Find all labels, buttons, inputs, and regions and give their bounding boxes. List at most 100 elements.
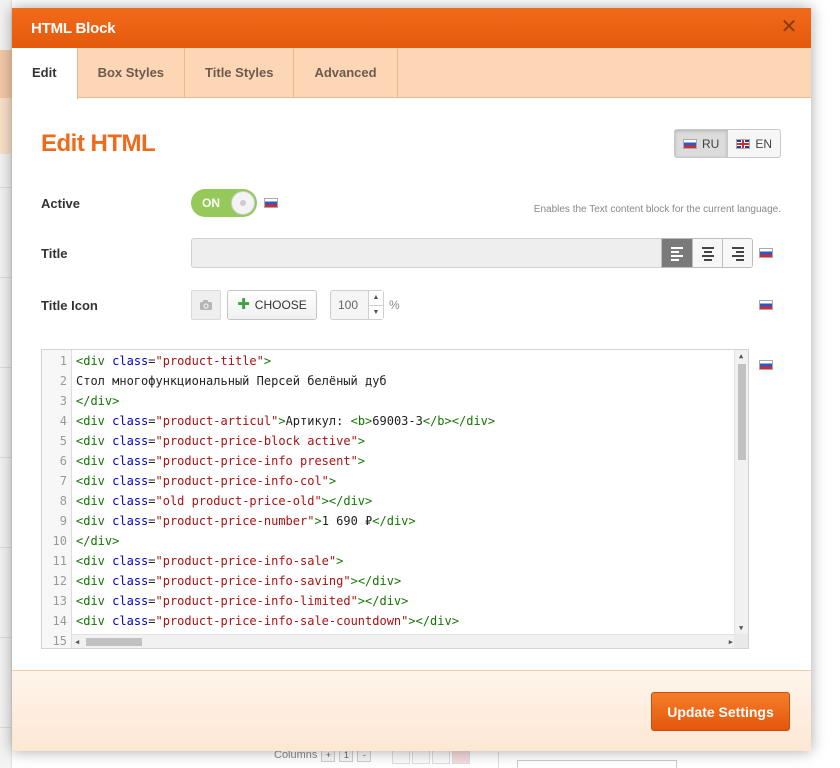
choose-icon-button[interactable]: ✚ CHOOSE (227, 290, 317, 320)
line-number-gutter: 1 2 3 4 5 6 7 8 9 10 11 12 13 14 15 (42, 350, 72, 648)
code-line: <div class="product-price-info-col"> (76, 474, 337, 488)
icon-size-input[interactable]: 100 ▲ ▼ (330, 290, 384, 320)
icon-size-value: 100 (338, 298, 359, 312)
line-number: 1 (59, 354, 67, 368)
line-number: 6 (59, 454, 67, 468)
title-label: Title (41, 246, 68, 261)
vertical-scrollbar[interactable]: ▲ ▼ (734, 350, 748, 634)
scroll-left-icon[interactable]: ◀ (75, 638, 79, 646)
line-number: 12 (52, 574, 67, 588)
choose-label: CHOOSE (254, 298, 307, 312)
code-line: </div> (76, 534, 120, 548)
modal-header: HTML Block ✕ (12, 8, 811, 48)
background-row (0, 700, 12, 728)
background-row (0, 160, 12, 188)
modal-footer: Update Settings (12, 670, 811, 751)
toggle-on-label: ON (202, 196, 220, 210)
html-code-editor[interactable]: 1 2 3 4 5 6 7 8 9 10 11 12 13 14 15 <div class="produc… (41, 349, 749, 649)
background-right-panel (498, 752, 698, 768)
tab-bar: Edit Box Styles Title Styles Advanced (12, 48, 811, 99)
stepper-down-icon[interactable]: ▼ (369, 305, 383, 319)
align-left-icon-line (671, 259, 679, 261)
scroll-down-icon[interactable]: ▼ (739, 624, 743, 632)
align-left-button[interactable] (662, 239, 692, 267)
flag-en-icon (736, 138, 751, 149)
active-label: Active (41, 196, 81, 211)
align-center-button[interactable] (692, 239, 722, 267)
background-toolbar (0, 50, 12, 98)
line-number: 13 (52, 594, 67, 608)
vertical-scroll-thumb[interactable] (738, 364, 746, 460)
language-en-button[interactable]: EN (727, 130, 780, 157)
align-center-icon-line (704, 251, 712, 253)
stepper-up-icon[interactable]: ▲ (369, 291, 383, 305)
line-number: 4 (59, 414, 67, 428)
background-row (0, 520, 12, 548)
background-tabbar (0, 98, 12, 154)
active-hint: Enables the Text content block for the c… (533, 204, 781, 215)
code-line: </div> (76, 394, 120, 408)
language-ru-button[interactable]: RU (675, 130, 728, 157)
background-row (0, 610, 12, 638)
align-left-icon-line (671, 255, 683, 257)
title-align-group (661, 238, 753, 268)
line-number: 8 (59, 494, 67, 508)
code-line: <div class="product-price-info present"> (76, 454, 366, 468)
align-center-icon (702, 247, 714, 249)
tab-title-styles[interactable]: Title Styles (185, 48, 295, 98)
code-line: <div class="product-price-number">1 690 … (76, 514, 416, 528)
code-line: <div class="product-price-info-sale-coun… (76, 614, 459, 628)
background-row (0, 430, 12, 458)
align-right-icon-line (732, 255, 744, 257)
tab-edit[interactable]: Edit (12, 48, 78, 99)
code-line: Стол многофункциональный Персей белёный … (76, 374, 387, 388)
close-icon[interactable]: ✕ (779, 17, 799, 37)
line-number: 3 (59, 394, 67, 408)
background-row (0, 250, 12, 278)
code-line: <div class="product-price-info-sale"> (76, 554, 344, 568)
scroll-right-icon[interactable]: ▶ (729, 638, 733, 646)
code-line: <div class="product-price-info-limited">… (76, 594, 409, 608)
title-icon-label: Title Icon (41, 298, 98, 313)
scroll-up-icon[interactable]: ▲ (739, 352, 743, 360)
code-line: <div class="product-price-block active"> (76, 434, 366, 448)
language-switcher: RU EN (674, 129, 782, 158)
icon-size-unit: % (389, 298, 400, 312)
code-line: <div class="old product-price-old"></div… (76, 494, 373, 508)
icon-preview[interactable] (191, 290, 221, 320)
line-number: 11 (52, 554, 67, 568)
background-row (0, 340, 12, 368)
flag-ru-icon (759, 360, 773, 370)
align-right-icon (732, 247, 744, 249)
horizontal-scroll-thumb[interactable] (86, 638, 142, 646)
line-number: 5 (59, 434, 67, 448)
active-toggle[interactable]: ON (191, 189, 257, 217)
align-center-icon-line (704, 259, 712, 261)
align-right-button[interactable] (722, 239, 752, 267)
page-title: Edit HTML (41, 130, 156, 157)
flag-ru-icon (264, 198, 278, 208)
language-ru-label: RU (702, 136, 720, 151)
scrollbar-corner (734, 634, 748, 648)
horizontal-scrollbar[interactable]: ◀ ▶ (72, 634, 736, 648)
align-left-icon (671, 247, 683, 249)
line-number: 9 (59, 514, 67, 528)
align-left-icon-line (671, 251, 679, 253)
align-right-icon-line (736, 251, 744, 253)
tab-box-styles[interactable]: Box Styles (78, 48, 186, 98)
flag-ru-icon (759, 300, 773, 310)
update-settings-button[interactable]: Update Settings (651, 692, 790, 731)
camera-icon (200, 300, 212, 310)
line-number: 7 (59, 474, 67, 488)
line-number: 10 (52, 534, 67, 548)
language-en-label: EN (755, 136, 773, 151)
title-input[interactable] (191, 238, 661, 268)
line-number: 14 (52, 614, 67, 628)
icon-size-stepper: ▲ ▼ (368, 291, 383, 319)
line-number: 15 (52, 634, 67, 648)
flag-ru-icon (683, 138, 697, 149)
modal-title: HTML Block (31, 20, 116, 37)
tab-advanced[interactable]: Advanced (294, 48, 398, 98)
plus-icon: ✚ (237, 296, 250, 313)
toggle-knob (231, 191, 255, 215)
